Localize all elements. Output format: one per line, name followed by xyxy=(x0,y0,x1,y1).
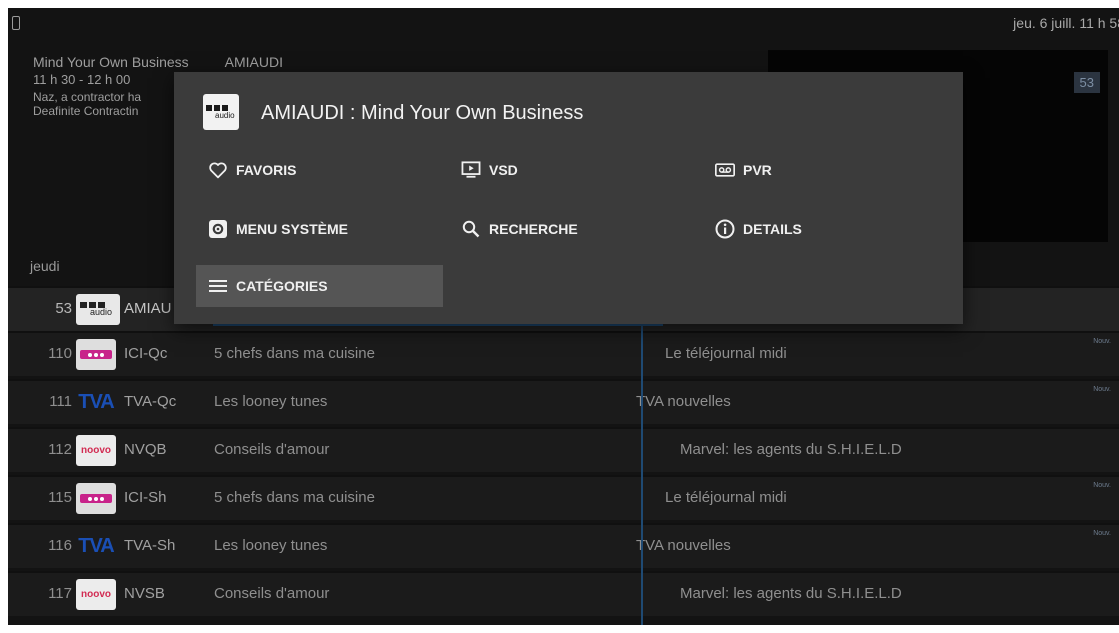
pvr-label: PVR xyxy=(743,162,772,178)
details-button[interactable]: DETAILS xyxy=(703,209,953,249)
current-time-line xyxy=(641,326,643,625)
vsd-button[interactable]: VSD xyxy=(449,150,699,190)
info-icon xyxy=(715,219,735,239)
program-cell[interactable]: Conseils d'amour xyxy=(214,585,329,602)
channel-callsign: NVSB xyxy=(124,585,165,602)
details-label: DETAILS xyxy=(743,221,802,237)
guide-row[interactable]: 111 TVA TVA-Qc Les looney tunes TVA nouv… xyxy=(8,379,1119,424)
channel-number: 110 xyxy=(48,345,72,362)
favoris-button[interactable]: FAVORIS xyxy=(196,150,446,190)
search-icon xyxy=(461,219,481,239)
cassette-icon xyxy=(715,160,735,180)
new-badge: Nouv. xyxy=(1093,530,1111,537)
status-clock: jeu. 6 juill. 11 h 58 xyxy=(1013,15,1119,31)
channel-callsign: ICI-Sh xyxy=(124,489,167,506)
categories-button[interactable]: CATÉGORIES xyxy=(196,265,443,307)
new-badge: Nouv. xyxy=(1093,482,1111,489)
noovo-logo: noovo xyxy=(76,435,116,466)
ici-logo xyxy=(76,339,116,370)
ici-logo xyxy=(76,483,116,514)
tva-logo: TVA xyxy=(78,391,115,413)
channel-callsign: TVA-Qc xyxy=(124,393,177,410)
channel-number: 112 xyxy=(48,441,72,458)
program-cell[interactable]: Les looney tunes xyxy=(214,537,327,554)
channel-callsign: NVQB xyxy=(124,441,167,458)
program-cell[interactable]: Marvel: les agents du S.H.I.E.L.D xyxy=(680,585,902,602)
phone-icon xyxy=(12,16,20,30)
menu-systeme-label: MENU SYSTÈME xyxy=(236,221,349,237)
program-cell[interactable]: TVA nouvelles xyxy=(636,537,731,554)
program-cell[interactable]: Le téléjournal midi xyxy=(665,345,787,362)
channel-callsign: TVA-Sh xyxy=(124,537,176,554)
list-icon xyxy=(208,276,228,296)
guide-row[interactable]: 112 noovo NVQB Conseils d'amour Marvel: … xyxy=(8,427,1119,472)
pvr-button[interactable]: PVR xyxy=(703,150,953,190)
new-badge: Nouv. xyxy=(1093,338,1111,345)
program-cell[interactable]: Conseils d'amour xyxy=(214,441,329,458)
channel-number: 117 xyxy=(48,585,72,602)
program-cell[interactable]: TVA nouvelles xyxy=(636,393,731,410)
favoris-label: FAVORIS xyxy=(236,162,297,178)
focus-underline xyxy=(213,324,663,326)
menu-systeme-button[interactable]: MENU SYSTÈME xyxy=(196,209,446,249)
program-description: Naz, a contractor ha Deafinite Contracti… xyxy=(33,90,142,118)
program-title: Mind Your Own Business xyxy=(33,54,189,70)
program-cell[interactable]: Les looney tunes xyxy=(214,393,327,410)
options-dialog: audio AMIAUDI : Mind Your Own Business F… xyxy=(174,72,963,324)
channel-number: 115 xyxy=(48,489,72,506)
recherche-button[interactable]: RECHERCHE xyxy=(449,209,699,249)
tv-play-icon xyxy=(461,160,481,180)
new-badge: Nouv. xyxy=(1093,386,1111,393)
channel-number: 53 xyxy=(55,300,72,317)
categories-label: CATÉGORIES xyxy=(236,278,328,294)
program-cell[interactable]: Marvel: les agents du S.H.I.E.L.D xyxy=(680,441,902,458)
recherche-label: RECHERCHE xyxy=(489,221,578,237)
heart-icon xyxy=(208,160,228,180)
program-cell[interactable]: 5 chefs dans ma cuisine xyxy=(214,489,375,506)
channel-callsign: ICI-Qc xyxy=(124,345,168,362)
channel-number: 116 xyxy=(48,537,72,554)
channel-badge: 53 xyxy=(1073,72,1100,93)
guide-row[interactable]: 116 TVA TVA-Sh Les looney tunes TVA nouv… xyxy=(8,523,1119,568)
program-cell[interactable]: Le téléjournal midi xyxy=(665,489,787,506)
day-label: jeudi xyxy=(30,258,60,274)
noovo-logo: noovo xyxy=(76,579,116,610)
amiaudi-logo: audio xyxy=(203,94,239,130)
program-channel: AMIAUDI xyxy=(224,54,283,70)
guide-row[interactable]: 117 noovo NVSB Conseils d'amour Marvel: … xyxy=(8,571,1119,616)
channel-number: 111 xyxy=(49,393,72,410)
guide-row[interactable]: 115 ICI-Sh 5 chefs dans ma cuisine Le té… xyxy=(8,475,1119,520)
guide-row[interactable]: 110 ICI-Qc 5 chefs dans ma cuisine Le té… xyxy=(8,331,1119,376)
tv-guide-screen: jeu. 6 juill. 11 h 58 Mind Your Own Busi… xyxy=(8,8,1119,625)
channel-callsign: AMIAU xyxy=(124,300,172,317)
tva-logo: TVA xyxy=(78,535,115,557)
amiaudi-logo: audio xyxy=(76,294,120,325)
settings-icon xyxy=(208,219,228,239)
vsd-label: VSD xyxy=(489,162,518,178)
dialog-title: AMIAUDI : Mind Your Own Business xyxy=(261,102,584,124)
program-cell[interactable]: 5 chefs dans ma cuisine xyxy=(214,345,375,362)
